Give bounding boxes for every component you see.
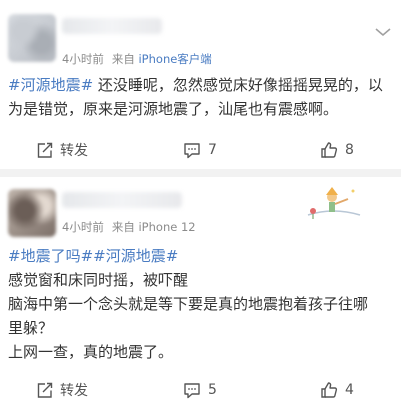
like-icon — [321, 142, 338, 158]
like-count: 4 — [345, 382, 354, 398]
comment-button[interactable]: 5 — [183, 379, 217, 401]
post-time: 4小时前 — [62, 52, 104, 66]
repost-label: 转发 — [60, 383, 88, 399]
avatar[interactable] — [8, 189, 56, 237]
post-text-line: 脑海中第一个念头就是等下要是真的地震抱着孩子往哪 — [8, 295, 369, 313]
post-text: #河源地震# 还没睡呢，忽然感觉床好像摇摇晃晃的，以 为是错觉，原来是河源地震了… — [8, 73, 391, 121]
repost-label: 转发 — [60, 143, 88, 159]
little-prince-sticker — [307, 187, 361, 219]
repost-button[interactable]: 转发 — [36, 139, 88, 161]
like-count: 8 — [345, 142, 354, 158]
post-text-line: #河源地震# 还没睡呢，忽然感觉床好像摇摇晃晃的，以 — [8, 76, 383, 94]
post-actions: 转发 7 8 — [0, 139, 401, 161]
like-button[interactable]: 4 — [320, 379, 354, 401]
comment-count: 7 — [208, 142, 217, 158]
username-blurred[interactable] — [62, 192, 182, 208]
post-meta: 4小时前 来自 iPhone 12 — [62, 219, 196, 235]
post-text-line: 上网一查，真的地震了。 — [8, 343, 174, 361]
post-card[interactable]: 4小时前 来自 iPhone客户端 #河源地震# 还没睡呢，忽然感觉床好像摇摇晃晃… — [0, 0, 401, 169]
post-source-prefix: 来自 — [111, 52, 135, 66]
post-time: 4小时前 — [62, 220, 104, 234]
comment-icon — [184, 142, 200, 158]
post-source-name[interactable]: iPhone客户端 — [138, 52, 211, 66]
comment-count: 5 — [208, 382, 217, 398]
comment-button[interactable]: 7 — [183, 139, 217, 161]
hashtag-link[interactable]: #地震了吗##河源地震# — [8, 247, 178, 265]
post-text-line: 为是错觉，原来是河源地震了，汕尾也有震感啊。 — [8, 100, 339, 118]
like-button[interactable]: 8 — [320, 139, 354, 161]
post-meta: 4小时前 来自 iPhone客户端 — [62, 51, 212, 67]
post-text-line: 里躲？ — [8, 319, 54, 337]
post-actions: 转发 5 4 — [0, 379, 401, 401]
chevron-down-icon[interactable] — [374, 26, 392, 38]
repost-icon — [37, 382, 53, 398]
post-source-name: iPhone 12 — [138, 220, 196, 234]
post-text-line: 感觉窗和床同时摇，被吓醒 — [8, 271, 189, 289]
repost-button[interactable]: 转发 — [36, 379, 88, 401]
hashtag-link[interactable]: #河源地震# — [8, 76, 93, 94]
weibo-feed: 4小时前 来自 iPhone客户端 #河源地震# 还没睡呢，忽然感觉床好像摇摇晃晃… — [0, 0, 401, 416]
post-text: #地震了吗##河源地震# 感觉窗和床同时摇，被吓醒 脑海中第一个念头就是等下要是… — [8, 244, 391, 364]
post-text-line: #地震了吗##河源地震# — [8, 244, 391, 268]
username-blurred[interactable] — [62, 18, 162, 34]
repost-icon — [37, 142, 53, 158]
avatar[interactable] — [8, 14, 56, 62]
comment-icon — [184, 382, 200, 398]
post-card[interactable]: 4小时前 来自 iPhone 12 #地震了吗##河源地震# 感觉窗和床同时摇，被… — [0, 177, 401, 416]
like-icon — [321, 382, 338, 398]
post-source-prefix: 来自 — [111, 220, 135, 234]
